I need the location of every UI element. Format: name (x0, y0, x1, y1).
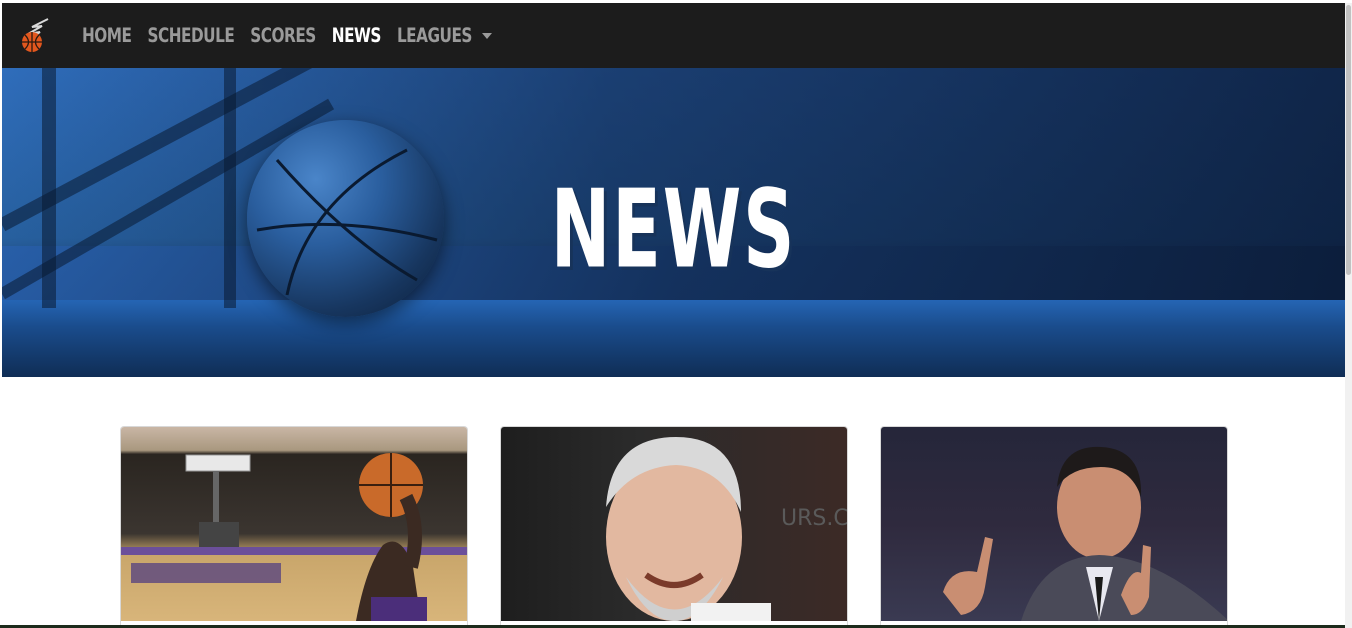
news-card[interactable] (120, 426, 468, 628)
nav-leagues[interactable]: LEAGUES (397, 24, 472, 47)
player-shooting-basketball-photo (121, 427, 467, 621)
nav-leagues-dropdown[interactable]: LEAGUES (397, 24, 492, 47)
top-navbar: HOME SCHEDULE SCORES NEWS LEAGUES (2, 3, 1345, 68)
hero-floor (2, 300, 1345, 377)
chevron-down-icon (481, 32, 492, 39)
smiling-coach-photo: URS.COM (501, 427, 847, 621)
scrollbar-thumb[interactable] (1346, 5, 1351, 275)
news-card[interactable]: URS.COM (500, 426, 848, 628)
basketball-logo-icon[interactable] (18, 17, 56, 55)
nav-schedule[interactable]: SCHEDULE (147, 24, 234, 47)
news-card[interactable] (880, 426, 1228, 628)
page-title: NEWS (550, 167, 797, 293)
nav-news[interactable]: NEWS (332, 24, 382, 47)
hero-banner: NEWS (2, 68, 1345, 377)
nav-scores[interactable]: SCORES (250, 24, 316, 47)
svg-text:URS.COM: URS.COM (781, 506, 848, 531)
nav-home[interactable]: HOME (82, 24, 132, 47)
hero-shadow (42, 68, 56, 308)
coach-gesturing-photo (881, 427, 1227, 621)
news-card-list: URS.COM (120, 426, 1228, 628)
main-nav: HOME SCHEDULE SCORES NEWS LEAGUES (82, 24, 492, 47)
